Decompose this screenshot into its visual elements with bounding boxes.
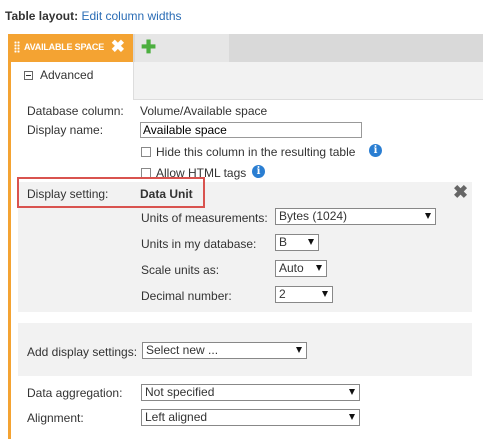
decimal-select[interactable]: 2: [275, 286, 333, 303]
hide-column-label: Hide this column in the resulting table: [156, 145, 356, 159]
chevron-down-icon: [316, 265, 322, 271]
alignment-label: Alignment:: [27, 411, 84, 425]
add-display-settings-value: Select new ...: [146, 343, 219, 357]
data-aggregation-select[interactable]: Not specified: [141, 384, 360, 401]
scale-select[interactable]: Auto: [275, 260, 327, 277]
info-icon[interactable]: i: [369, 144, 382, 157]
add-display-settings-select[interactable]: Select new ...: [142, 342, 307, 359]
units-select[interactable]: Bytes (1024): [275, 208, 436, 225]
column-tab-label: AVAILABLE SPACE: [24, 42, 105, 52]
tab-panel-filler: [133, 62, 483, 100]
display-setting-value: Data Unit: [140, 187, 193, 201]
info-icon[interactable]: i: [252, 165, 265, 178]
table-layout-label: Table layout:: [5, 9, 79, 23]
advanced-title: Advanced: [40, 68, 94, 82]
alignment-select[interactable]: Left aligned: [141, 409, 360, 426]
close-icon[interactable]: ✖: [111, 37, 125, 57]
decimal-label: Decimal number:: [141, 289, 232, 303]
display-setting-label: Display setting:: [27, 187, 109, 201]
chevron-down-icon: [349, 389, 355, 395]
alignment-value: Left aligned: [145, 410, 208, 424]
remove-setting-icon[interactable]: ✖: [453, 183, 468, 201]
data-aggregation-value: Not specified: [145, 385, 215, 399]
active-column-indicator: [8, 62, 11, 439]
db-units-label: Units in my database:: [141, 237, 257, 251]
add-column-tab[interactable]: ✚: [135, 34, 229, 62]
advanced-section-toggle[interactable]: Advanced: [24, 68, 93, 82]
table-layout-header: Table layout: Edit column widths: [5, 9, 182, 23]
chevron-down-icon: [349, 414, 355, 420]
decimal-select-value: 2: [279, 287, 286, 301]
db-units-select-value: B: [279, 235, 288, 249]
scale-label: Scale units as:: [141, 263, 220, 277]
hide-column-checkbox[interactable]: [141, 146, 151, 157]
display-name-input[interactable]: [140, 122, 362, 138]
collapse-icon[interactable]: [24, 71, 33, 81]
drag-handle-icon[interactable]: [14, 41, 20, 53]
db-units-select[interactable]: B: [275, 234, 319, 251]
data-aggregation-label: Data aggregation:: [27, 386, 123, 400]
database-column-value: Volume/Available space: [140, 104, 268, 118]
chevron-down-icon: [296, 347, 302, 353]
hide-column-option[interactable]: Hide this column in the resulting table: [141, 145, 355, 159]
units-select-value: Bytes (1024): [279, 209, 348, 223]
chevron-down-icon: [322, 291, 328, 297]
chevron-down-icon: [425, 213, 431, 219]
plus-icon[interactable]: ✚: [141, 37, 156, 57]
scale-select-value: Auto: [279, 261, 304, 275]
chevron-down-icon: [308, 239, 314, 245]
units-label: Units of measurements:: [141, 211, 268, 225]
column-tab-available-space[interactable]: AVAILABLE SPACE ✖: [8, 34, 133, 62]
add-display-settings-label: Add display settings:: [27, 345, 138, 359]
display-name-label: Display name:: [27, 123, 104, 137]
database-column-label: Database column:: [27, 104, 124, 118]
edit-column-widths-link[interactable]: Edit column widths: [81, 9, 181, 23]
